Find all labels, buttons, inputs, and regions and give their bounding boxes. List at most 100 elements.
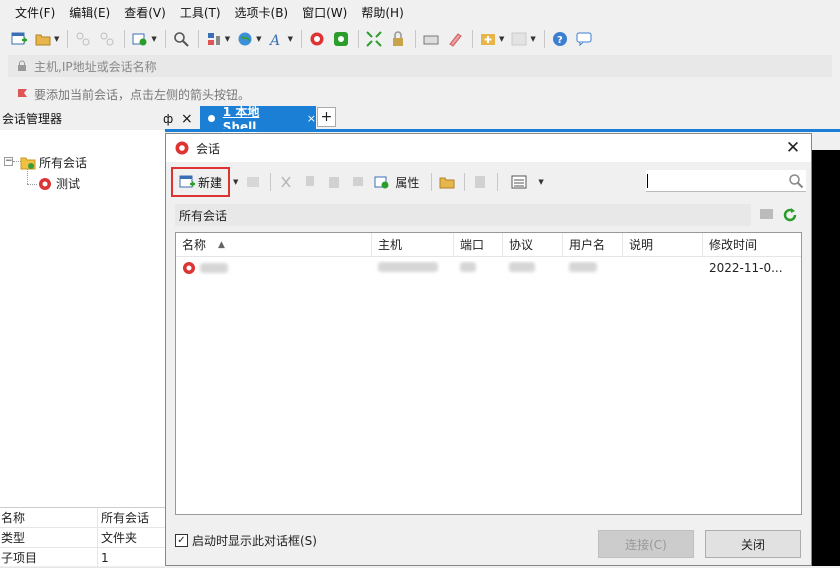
collapse-icon[interactable]: −: [4, 157, 13, 166]
new-session-icon[interactable]: [8, 28, 30, 50]
prop-value: 1: [101, 550, 109, 565]
open-folder-icon[interactable]: [436, 171, 458, 193]
folder-icon[interactable]: [759, 207, 775, 224]
col-protocol[interactable]: 协议: [503, 233, 563, 256]
close-button[interactable]: 关闭: [705, 530, 801, 558]
chevron-down-icon[interactable]: ▼: [225, 35, 230, 43]
chat-icon[interactable]: [573, 28, 595, 50]
session-icon[interactable]: [242, 171, 264, 193]
folder-path: 所有会话: [175, 204, 751, 226]
font-icon[interactable]: A: [266, 28, 288, 50]
sessions-dialog: 会话 ✕ 新建 ▼ 属性 ▼ 所有会话 名称 ▲ 主机 端口 协议 用户名 说明…: [165, 133, 812, 566]
layout-icon[interactable]: [203, 28, 225, 50]
address-bar[interactable]: 主机,IP地址或会话名称: [8, 55, 832, 77]
col-description[interactable]: 说明: [623, 233, 703, 256]
tab-local-shell[interactable]: 1 本地Shell ×: [200, 105, 316, 134]
copy-icon[interactable]: [299, 171, 321, 193]
session-icon: [183, 262, 195, 274]
chevron-down-icon[interactable]: ▼: [233, 178, 238, 186]
menu-edit[interactable]: 编辑(E): [62, 4, 117, 21]
add-tab-icon[interactable]: [477, 28, 499, 50]
open-folder-icon[interactable]: [32, 28, 54, 50]
path-label: 所有会话: [179, 208, 228, 223]
keyboard-icon[interactable]: [420, 28, 442, 50]
prop-key: 子项目: [0, 548, 98, 567]
session-icon: [39, 177, 51, 190]
chevron-down-icon[interactable]: ▼: [54, 35, 59, 43]
close-icon[interactable]: ×: [307, 112, 316, 125]
xftp-icon[interactable]: [330, 28, 352, 50]
chevron-down-icon[interactable]: ▼: [151, 35, 156, 43]
list-header: 名称 ▲ 主机 端口 协议 用户名 说明 修改时间: [176, 233, 801, 257]
redacted-value: [569, 262, 597, 272]
col-username[interactable]: 用户名: [563, 233, 623, 256]
refresh-icon[interactable]: [781, 206, 799, 227]
tree-label: 所有会话: [39, 156, 88, 170]
disconnect-icon[interactable]: [96, 28, 118, 50]
tree-item-all-sessions[interactable]: 所有会话: [20, 154, 87, 171]
tree-label: 测试: [56, 177, 81, 191]
col-label: 名称: [182, 238, 207, 252]
cut-icon[interactable]: [275, 171, 297, 193]
cell-port: [454, 261, 503, 275]
svg-text:A: A: [269, 33, 280, 47]
table-row[interactable]: 2022-11-0...: [176, 257, 801, 279]
new-session-button[interactable]: 新建: [171, 167, 231, 197]
lock-icon[interactable]: [387, 28, 409, 50]
col-name[interactable]: 名称 ▲: [176, 233, 372, 256]
paste-icon[interactable]: [323, 171, 345, 193]
close-icon[interactable]: ✕: [781, 136, 805, 160]
terminal-area[interactable]: [812, 150, 840, 566]
redacted-value: [509, 262, 535, 272]
col-port[interactable]: 端口: [454, 233, 503, 256]
search-icon[interactable]: [170, 28, 192, 50]
menu-file[interactable]: 文件(F): [8, 4, 62, 21]
chevron-down-icon[interactable]: ▼: [288, 35, 293, 43]
close-icon[interactable]: ×: [181, 111, 193, 127]
help-icon[interactable]: ?: [549, 28, 571, 50]
col-modified[interactable]: 修改时间: [703, 233, 801, 256]
connect-icon[interactable]: [72, 28, 94, 50]
menu-tabs[interactable]: 选项卡(B): [228, 4, 296, 21]
address-input[interactable]: 主机,IP地址或会话名称: [34, 58, 157, 75]
startup-checkbox[interactable]: ✓ 启动时显示此对话框(S): [175, 532, 317, 549]
bookmark-icon[interactable]: [16, 87, 30, 101]
dialog-title: 会话: [196, 141, 221, 156]
checkbox-label: 启动时显示此对话框(S): [192, 534, 317, 548]
xshell-icon[interactable]: [306, 28, 328, 50]
checkbox-checked-icon[interactable]: ✓: [175, 534, 188, 547]
session-manager-header: 会话管理器 ф ×: [0, 107, 200, 130]
connect-button[interactable]: 连接(C): [598, 530, 694, 558]
chevron-down-icon[interactable]: ▼: [530, 35, 535, 43]
sort-up-icon: ▲: [218, 239, 225, 250]
compose-icon[interactable]: [444, 28, 466, 50]
export-icon[interactable]: [469, 171, 491, 193]
fullscreen-icon[interactable]: [363, 28, 385, 50]
chevron-down-icon[interactable]: ▼: [499, 35, 504, 43]
pin-icon[interactable]: ф: [163, 112, 173, 126]
cell-username: [563, 261, 623, 275]
menu-window[interactable]: 窗口(W): [295, 4, 354, 21]
delete-icon[interactable]: [347, 171, 369, 193]
menu-tools[interactable]: 工具(T): [173, 4, 228, 21]
new-tab-button[interactable]: +: [317, 107, 336, 127]
new-session-icon: [179, 175, 195, 188]
window-icon[interactable]: [508, 28, 530, 50]
properties-icon[interactable]: [371, 171, 393, 193]
chevron-down-icon[interactable]: ▼: [538, 178, 543, 186]
chevron-down-icon[interactable]: ▼: [256, 35, 261, 43]
session-props-icon[interactable]: [129, 28, 151, 50]
globe-icon[interactable]: [234, 28, 256, 50]
new-label: 新建: [198, 175, 223, 190]
search-icon[interactable]: [788, 173, 804, 189]
menu-view[interactable]: 查看(V): [117, 4, 173, 21]
menu-bar: 文件(F) 编辑(E) 查看(V) 工具(T) 选项卡(B) 窗口(W) 帮助(…: [0, 0, 840, 24]
xshell-icon: [175, 141, 189, 155]
session-tree: − 所有会话 测试: [0, 130, 165, 507]
view-mode-icon[interactable]: [508, 171, 530, 193]
search-box[interactable]: [646, 170, 806, 192]
tree-item-test[interactable]: 测试: [37, 175, 80, 192]
properties-button[interactable]: 属性: [395, 174, 419, 191]
col-host[interactable]: 主机: [372, 233, 454, 256]
menu-help[interactable]: 帮助(H): [354, 4, 410, 21]
